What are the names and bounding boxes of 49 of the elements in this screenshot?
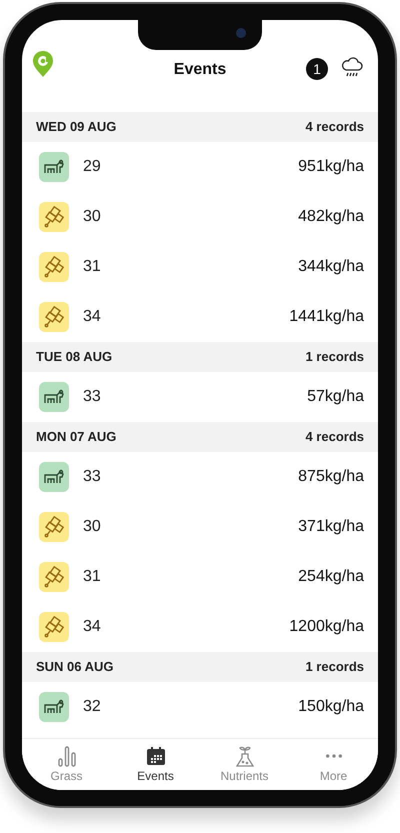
spreader-icon: [39, 612, 69, 642]
paddock-number: 32: [83, 697, 101, 717]
cow-icon: [39, 692, 69, 722]
logo-icon: [32, 50, 54, 78]
amount-value: 371kg/ha: [298, 517, 364, 537]
cow-icon: [39, 152, 69, 182]
date-label: SUN 06 AUG: [36, 658, 114, 676]
more-dots-icon: [326, 754, 342, 758]
flask-sprout-icon: [234, 745, 254, 767]
amount-value: 344kg/ha: [298, 257, 364, 277]
tab-item[interactable]: Nutrients: [204, 745, 284, 790]
bar-chart-icon: [56, 745, 76, 767]
paddock-number: 34: [83, 307, 101, 327]
amount-value: 951kg/ha: [298, 157, 364, 177]
paddock-number: 33: [83, 467, 101, 487]
page-title: Events: [174, 60, 226, 80]
paddock-number: 30: [83, 207, 101, 227]
cow-icon: [39, 462, 69, 492]
paddock-number: 31: [83, 567, 101, 587]
cow-icon: [39, 382, 69, 412]
calendar-icon: [146, 746, 166, 766]
amount-value: 1200kg/ha: [289, 617, 364, 637]
spreader-icon: [39, 252, 69, 282]
amount-value: 875kg/ha: [298, 467, 364, 487]
amount-value: 254kg/ha: [298, 567, 364, 587]
spreader-icon: [39, 512, 69, 542]
spreader-icon: [39, 302, 69, 332]
paddock-number: 29: [83, 157, 101, 177]
amount-value: 1441kg/ha: [289, 307, 364, 327]
date-label: WED 09 AUG: [36, 118, 116, 136]
spreader-icon: [39, 562, 69, 592]
paddock-number: 30: [83, 517, 101, 537]
paddock-number: 31: [83, 257, 101, 277]
record-count: 4 records: [305, 118, 364, 136]
tab-item[interactable]: Grass: [26, 745, 106, 790]
record-count: 1 records: [305, 348, 364, 366]
amount-value: 150kg/ha: [298, 697, 364, 717]
spreader-icon: [39, 202, 69, 232]
record-count: 4 records: [305, 428, 364, 446]
date-label: TUE 08 AUG: [36, 348, 112, 366]
tab-item[interactable]: Events: [116, 745, 196, 790]
date-label: MON 07 AUG: [36, 428, 116, 446]
amount-value: 57kg/ha: [307, 387, 364, 407]
tab-item[interactable]: More: [294, 745, 374, 790]
paddock-number: 33: [83, 387, 101, 407]
amount-value: 482kg/ha: [298, 207, 364, 227]
notification-badge[interactable]: 1: [306, 58, 328, 80]
paddock-number: 34: [83, 617, 101, 637]
record-count: 1 records: [305, 658, 364, 676]
